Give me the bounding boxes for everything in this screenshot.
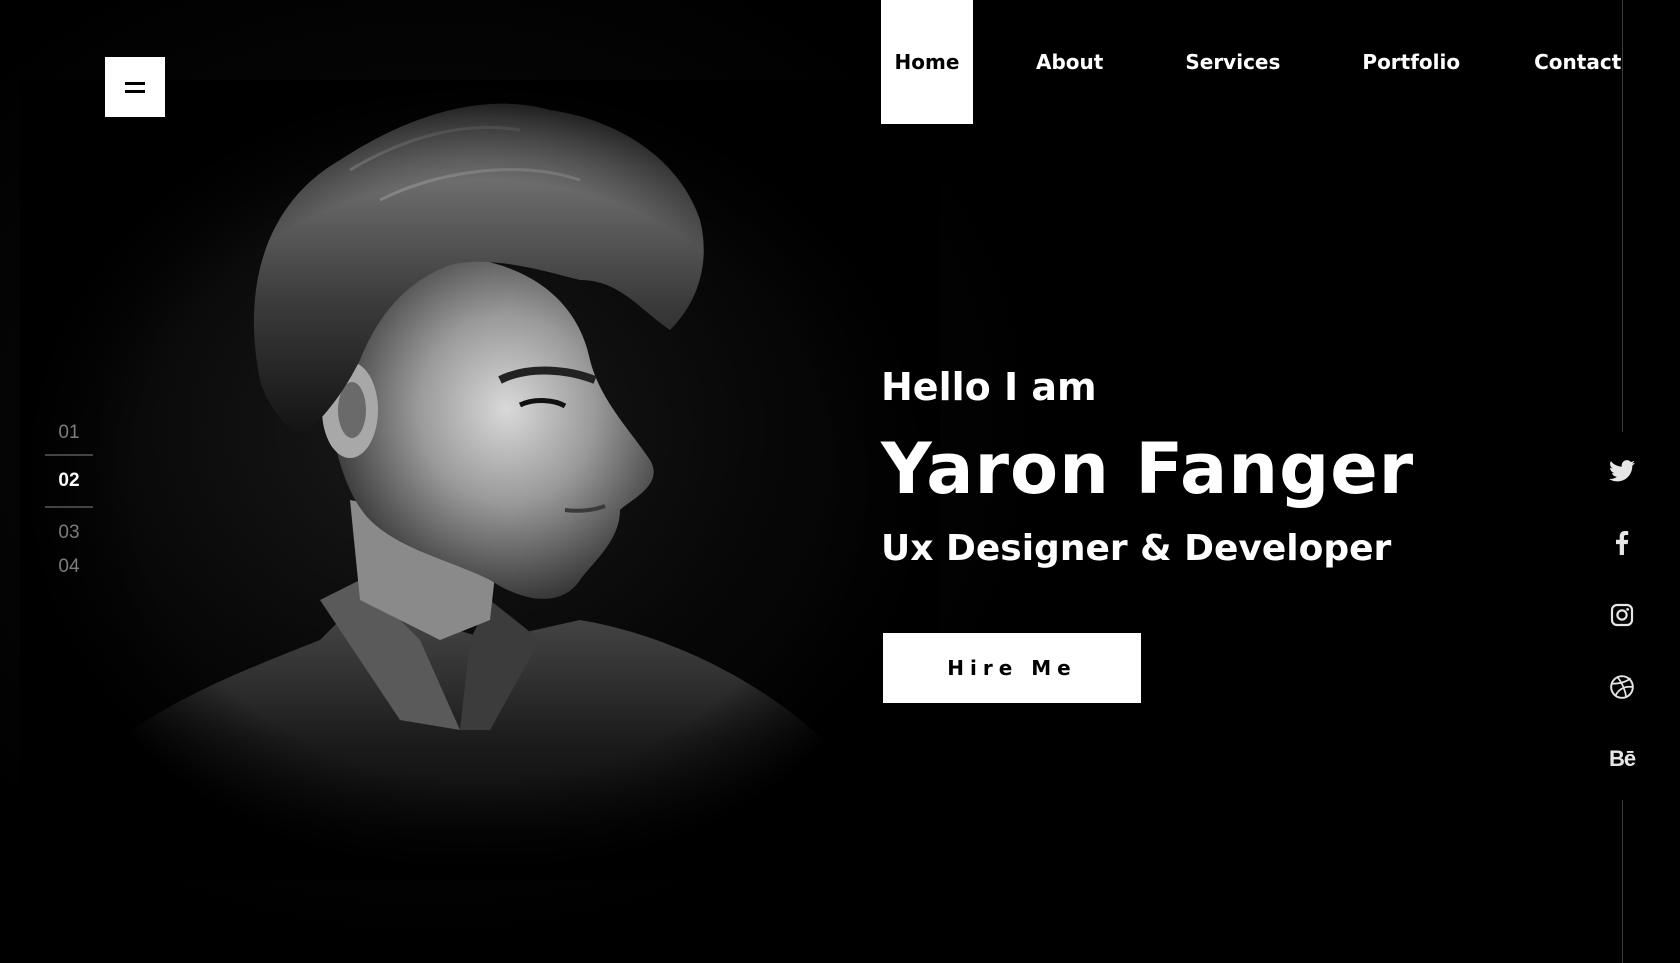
- social-links: Bē: [1606, 455, 1638, 775]
- portrait-photo: [20, 80, 940, 880]
- hamburger-icon-line-bottom: [125, 89, 145, 93]
- nav-item-portfolio[interactable]: Portfolio: [1344, 0, 1478, 124]
- hire-me-button[interactable]: Hire Me: [883, 633, 1141, 703]
- nav-item-about[interactable]: About: [1018, 0, 1121, 124]
- main-nav: Home About Services Portfolio Contact: [881, 0, 1639, 124]
- pager-item-03[interactable]: 03: [45, 516, 93, 550]
- dribbble-icon[interactable]: [1606, 671, 1638, 703]
- behance-icon[interactable]: Bē: [1606, 743, 1638, 775]
- pager-item-01[interactable]: 01: [45, 418, 93, 448]
- instagram-icon[interactable]: [1606, 599, 1638, 631]
- slide-pager: 01 02 03 04: [45, 418, 93, 584]
- hero-text: Hello I am Yaron Fanger Ux Designer & De…: [881, 362, 1501, 703]
- pager-divider: [45, 454, 93, 456]
- hero-name: Yaron Fanger: [881, 428, 1415, 510]
- divider-line-bottom: [1622, 800, 1623, 963]
- nav-item-services[interactable]: Services: [1167, 0, 1298, 124]
- pager-divider: [45, 506, 93, 508]
- nav-item-home[interactable]: Home: [881, 0, 973, 124]
- nav-item-contact[interactable]: Contact: [1516, 0, 1639, 124]
- facebook-icon[interactable]: [1606, 527, 1638, 559]
- hero-section: Home About Services Portfolio Contact Bē…: [0, 0, 1680, 963]
- menu-toggle-button[interactable]: [105, 57, 165, 117]
- pager-item-04[interactable]: 04: [45, 550, 93, 584]
- hero-role: Ux Designer & Developer: [881, 528, 1392, 569]
- twitter-icon[interactable]: [1606, 455, 1638, 487]
- divider-line-top: [1622, 0, 1623, 432]
- hamburger-icon-line-top: [125, 81, 145, 85]
- pager-item-02[interactable]: 02: [45, 462, 93, 500]
- hero-greeting: Hello I am: [881, 365, 1097, 409]
